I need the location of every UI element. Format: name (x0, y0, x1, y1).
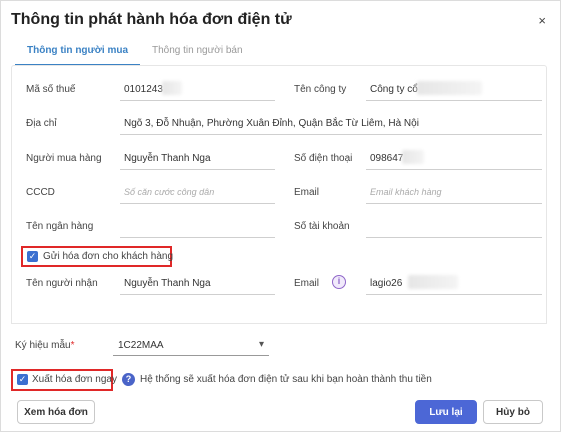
help-icon[interactable]: ? (122, 373, 135, 386)
send-invoice-checkbox[interactable]: ✓ (27, 251, 38, 262)
send-invoice-label: Gửi hóa đơn cho khách hàng (43, 251, 174, 262)
cancel-button[interactable]: Hủy bỏ (483, 400, 543, 424)
address-underline (120, 134, 542, 135)
info-icon[interactable]: i (332, 275, 346, 289)
recipient-email-field[interactable]: lagio26 (370, 278, 402, 289)
export-now-checkbox[interactable]: ✓ (17, 374, 28, 385)
phone-redaction (402, 150, 424, 164)
close-icon[interactable]: × (538, 13, 546, 28)
chevron-down-icon[interactable]: ▾ (259, 339, 264, 350)
recipient-email-redaction (408, 275, 458, 289)
recipient-email-label: Email (294, 278, 320, 289)
view-invoice-button[interactable]: Xem hóa đơn (17, 400, 95, 424)
tax-code-label: Mã số thuế (26, 84, 76, 95)
buyer-name-label: Người mua hàng (26, 153, 102, 164)
phone-underline (366, 169, 542, 170)
template-label: Ký hiệu mẫu* (15, 340, 75, 351)
email-underline (366, 203, 542, 204)
email-field[interactable]: Email khách hàng (370, 187, 442, 197)
id-card-field[interactable]: Số căn cước công dân (124, 187, 214, 197)
bank-name-label: Tên ngân hàng (26, 221, 94, 232)
tax-code-redaction (162, 81, 182, 95)
tab-bar: Thông tin người mua Thông tin người bán (15, 45, 255, 66)
template-select[interactable]: 1C22MAA (118, 340, 164, 351)
tax-code-field[interactable]: 0101243 (124, 84, 163, 95)
invoice-issue-dialog: Thông tin phát hành hóa đơn điện tử × Th… (0, 0, 561, 432)
buyer-name-underline (120, 169, 275, 170)
template-underline (113, 355, 269, 356)
tab-seller-info[interactable]: Thông tin người bán (140, 45, 255, 66)
account-no-label: Số tài khoản (294, 221, 350, 232)
id-card-underline (120, 203, 275, 204)
dialog-title: Thông tin phát hành hóa đơn điện tử (11, 11, 292, 28)
address-field[interactable]: Ngõ 3, Đỗ Nhuận, Phường Xuân Đỉnh, Quận … (124, 118, 419, 129)
company-underline (366, 100, 542, 101)
account-no-underline (366, 237, 542, 238)
recipient-label: Tên người nhận (26, 278, 98, 289)
recipient-field[interactable]: Nguyễn Thanh Nga (124, 278, 211, 289)
address-label: Địa chỉ (26, 118, 57, 129)
company-field[interactable]: Công ty cổ (370, 84, 418, 95)
recipient-underline (120, 294, 275, 295)
required-mark: * (70, 340, 75, 351)
recipient-email-underline (366, 294, 542, 295)
export-now-label: Xuất hóa đơn ngay (32, 374, 117, 385)
tab-buyer-info[interactable]: Thông tin người mua (15, 45, 141, 66)
phone-field[interactable]: 098647 (370, 153, 403, 164)
buyer-name-field[interactable]: Nguyễn Thanh Nga (124, 153, 211, 164)
buyer-info-panel: Mã số thuế 0101243 Tên công ty Công ty c… (11, 65, 547, 323)
phone-label: Số điện thoại (294, 153, 353, 164)
company-label: Tên công ty (294, 84, 347, 95)
email-label: Email (294, 187, 320, 198)
company-redaction (417, 81, 482, 95)
id-card-label: CCCD (26, 187, 55, 198)
panel-bottom-divider (11, 323, 547, 324)
export-hint: Hệ thống sẽ xuất hóa đơn điện tử sau khi… (140, 374, 432, 385)
bank-name-underline (120, 237, 275, 238)
save-button[interactable]: Lưu lại (415, 400, 477, 424)
tax-code-underline (120, 100, 275, 101)
